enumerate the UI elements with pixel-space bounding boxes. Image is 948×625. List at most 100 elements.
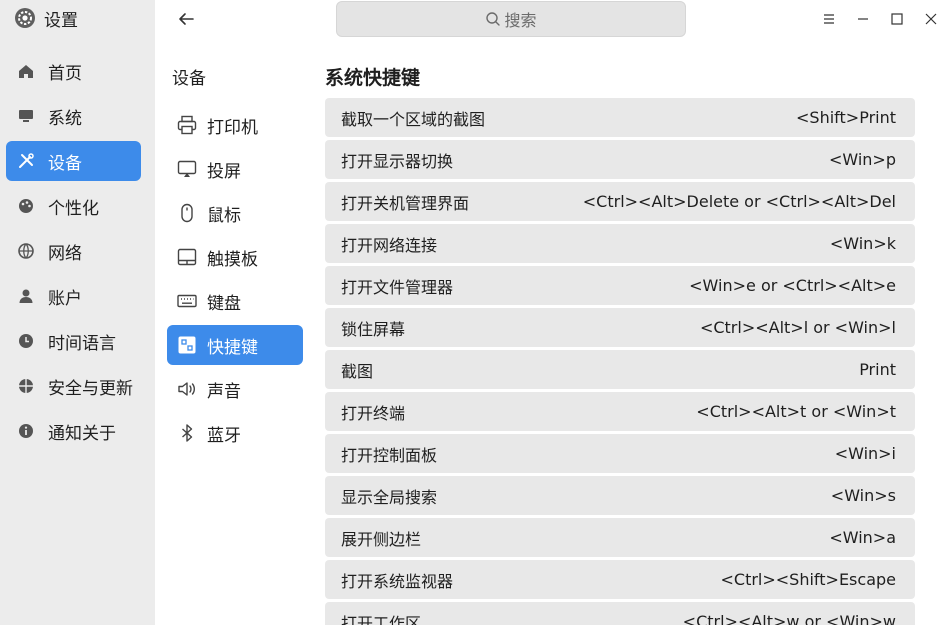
arrow-left-icon (179, 13, 194, 25)
palette-icon (16, 196, 36, 216)
mouse-icon (175, 201, 199, 225)
subnav-item-label: 快捷键 (207, 337, 258, 358)
sidebar-item-1[interactable]: 系统 (6, 96, 141, 136)
shortcut-key: <Win>p (828, 150, 896, 169)
shortcut-key: <Ctrl><Alt>w or <Win>w (682, 612, 896, 625)
maximize-icon (891, 13, 903, 25)
shortcut-row[interactable]: 打开关机管理界面 <Ctrl><Alt>Delete or <Ctrl><Alt>… (325, 182, 915, 221)
minimize-icon (858, 18, 868, 20)
cast-icon (175, 157, 199, 181)
close-button[interactable] (914, 6, 948, 32)
maximize-button[interactable] (880, 6, 914, 32)
shortcut-row[interactable]: 显示全局搜索 <Win>s (325, 476, 915, 515)
menu-button[interactable] (812, 6, 846, 32)
subnav-item-4[interactable]: 键盘 (167, 281, 303, 321)
monitor-icon (16, 106, 36, 126)
close-icon (925, 13, 937, 25)
sidebar-item-label: 网络 (48, 243, 82, 264)
shortcut-row[interactable]: 截取一个区域的截图 <Shift>Print (325, 98, 915, 137)
app-title-text: 设置 (44, 10, 78, 31)
shortcut-key: <Shift>Print (796, 108, 896, 127)
shortcut-name: 打开系统监视器 (341, 571, 454, 591)
shortcut-row[interactable]: 锁住屏幕 <Ctrl><Alt>l or <Win>l (325, 308, 915, 347)
sidebar-item-label: 首页 (48, 63, 82, 84)
shortcut-key: Print (859, 360, 896, 379)
shortcut-name: 打开控制面板 (341, 445, 438, 465)
subnav-item-1[interactable]: 投屏 (167, 149, 303, 189)
subnav-list: 打印机投屏鼠标触摸板键盘快捷键声音蓝牙 (167, 105, 303, 457)
sidebar-item-label: 设备 (48, 153, 82, 174)
shortcut-key: <Ctrl><Shift>Escape (720, 570, 896, 589)
subnav-item-label: 键盘 (207, 293, 241, 314)
subnav-item-5[interactable]: 快捷键 (167, 325, 303, 365)
sidebar-item-label: 账户 (48, 288, 82, 309)
sidebar-item-label: 安全与更新 (48, 378, 133, 399)
shortcut-row[interactable]: 打开系统监视器 <Ctrl><Shift>Escape (325, 560, 915, 599)
shortcut-row[interactable]: 打开工作区 <Ctrl><Alt>w or <Win>w (325, 602, 915, 625)
tools-icon (16, 151, 36, 171)
sidebar-item-6[interactable]: 时间语言 (6, 321, 141, 361)
shortcut-name: 打开终端 (341, 403, 406, 423)
shortcut-row[interactable]: 截图 Print (325, 350, 915, 389)
shortcut-key: <Win>k (829, 234, 896, 253)
home-icon (16, 61, 36, 81)
shortcut-row[interactable]: 展开侧边栏 <Win>a (325, 518, 915, 557)
shortcut-name: 打开工作区 (341, 613, 422, 625)
shortcut-key: <Ctrl><Alt>t or <Win>t (696, 402, 896, 421)
shortcut-row[interactable]: 打开网络连接 <Win>k (325, 224, 915, 263)
sidebar-item-label: 个性化 (48, 198, 99, 219)
sidebar-item-3[interactable]: 个性化 (6, 186, 141, 226)
shortcut-name: 锁住屏幕 (341, 319, 406, 339)
page-title: 系统快捷键 (325, 67, 421, 89)
subnav-item-label: 投屏 (207, 161, 241, 182)
sidebar-item-label: 通知关于 (48, 423, 116, 444)
shortcut-key: <Ctrl><Alt>Delete or <Ctrl><Alt>Del (582, 192, 896, 211)
shortcut-name: 截图 (341, 361, 374, 381)
keyboard-icon (175, 289, 199, 313)
sidebar: 设置 首页系统设备个性化网络账户时间语言安全与更新通知关于 (0, 0, 155, 625)
sidebar-item-7[interactable]: 安全与更新 (6, 366, 141, 406)
shortcut-name: 打开文件管理器 (341, 277, 454, 297)
shortcut-name: 打开显示器切换 (341, 151, 454, 171)
globe-icon (16, 241, 36, 261)
sidebar-item-8[interactable]: 通知关于 (6, 411, 141, 451)
back-button[interactable] (173, 6, 199, 32)
shortcut-key: <Win>e or <Ctrl><Alt>e (689, 276, 896, 295)
shortcut-name: 展开侧边栏 (341, 529, 422, 549)
search-placeholder: 搜索 (504, 11, 537, 30)
shortcut-row[interactable]: 打开控制面板 <Win>i (325, 434, 915, 473)
shortcut-name: 截取一个区域的截图 (341, 109, 486, 129)
shortcut-name: 打开关机管理界面 (341, 193, 470, 213)
printer-icon (175, 113, 199, 137)
subnav-item-2[interactable]: 鼠标 (167, 193, 303, 233)
shortcut-row[interactable]: 打开文件管理器 <Win>e or <Ctrl><Alt>e (325, 266, 915, 305)
shortcut-list: 截取一个区域的截图 <Shift>Print 打开显示器切换 <Win>p 打开关机管理… (325, 98, 915, 625)
shortcut-row[interactable]: 打开显示器切换 <Win>p (325, 140, 915, 179)
subnav-item-label: 打印机 (207, 117, 258, 138)
sidebar-item-4[interactable]: 网络 (6, 231, 141, 271)
subnav-item-label: 鼠标 (207, 205, 241, 226)
shortcut-key: <Win>a (829, 528, 896, 547)
sidebar-item-0[interactable]: 首页 (6, 51, 141, 91)
search-input[interactable]: 搜索 (336, 1, 686, 37)
shortcut-row[interactable]: 打开终端 <Ctrl><Alt>t or <Win>t (325, 392, 915, 431)
sidebar-item-2[interactable]: 设备 (6, 141, 141, 181)
touchpad-icon (175, 245, 199, 269)
subnav-item-7[interactable]: 蓝牙 (167, 413, 303, 453)
window-controls (812, 6, 948, 32)
subnav-item-label: 声音 (207, 381, 241, 402)
sidebar-nav: 首页系统设备个性化网络账户时间语言安全与更新通知关于 (6, 51, 141, 456)
subnav-item-6[interactable]: 声音 (167, 369, 303, 409)
sidebar-item-label: 时间语言 (48, 333, 116, 354)
minimize-button[interactable] (846, 6, 880, 32)
shortcut-key: <Ctrl><Alt>l or <Win>l (699, 318, 896, 337)
shield-icon (16, 376, 36, 396)
subnav-item-0[interactable]: 打印机 (167, 105, 303, 145)
subnav-item-label: 触摸板 (207, 249, 258, 270)
subnav-item-3[interactable]: 触摸板 (167, 237, 303, 277)
clock-icon (16, 331, 36, 351)
sidebar-item-5[interactable]: 账户 (6, 276, 141, 316)
speaker-icon (175, 377, 199, 401)
app-title: 设置 (14, 6, 78, 31)
shortcut-icon (175, 333, 199, 357)
